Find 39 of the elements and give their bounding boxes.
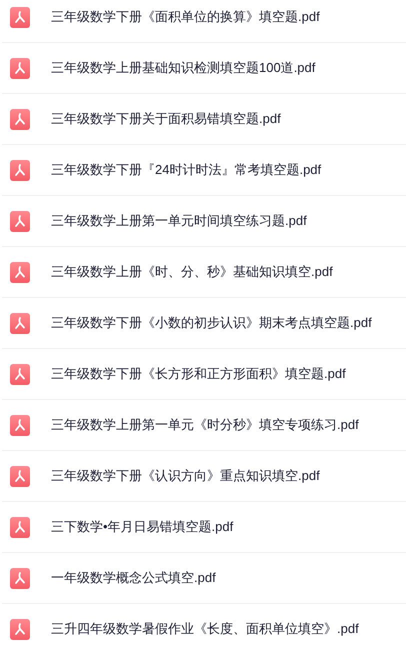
file-name: 一年级数学概念公式填空.pdf [51, 569, 216, 588]
pdf-icon [10, 516, 30, 538]
pdf-icon [10, 58, 30, 78]
file-row[interactable]: 三下数学•年月日易错填空题.pdf [2, 502, 406, 553]
file-row[interactable]: 三年级数学上册基础知识检测填空题100道.pdf [2, 43, 406, 94]
file-row[interactable]: 三年级数学下册《长方形和正方形面积》填空题.pdf [2, 349, 406, 400]
file-name: 三年级数学下册《认识方向》重点知识填空.pdf [51, 467, 320, 486]
file-name: 三年级数学下册关于面积易错填空题.pdf [51, 110, 281, 128]
pdf-icon [10, 108, 30, 130]
pdf-icon [10, 312, 30, 334]
pdf-icon [10, 364, 30, 384]
file-name: 三年级数学上册基础知识检测填空题100道.pdf [51, 59, 316, 78]
file-row[interactable]: 三年级数学下册关于面积易错填空题.pdf [2, 94, 406, 145]
file-name: 三年级数学下册《小数的初步认识》期末考点填空题.pdf [51, 314, 372, 332]
pdf-icon [10, 6, 30, 28]
file-name: 三下数学•年月日易错填空题.pdf [51, 518, 234, 536]
file-row[interactable]: 三年级数学上册《时、分、秒》基础知识填空.pdf [2, 247, 406, 298]
pdf-icon [10, 210, 30, 232]
file-row[interactable]: 一年级数学概念公式填空.pdf [2, 553, 406, 604]
file-name: 三年级数学上册第一单元时间填空练习题.pdf [51, 212, 307, 230]
pdf-icon [10, 262, 30, 282]
file-name: 三升四年级数学暑假作业《长度、面积单位填空》.pdf [51, 620, 359, 638]
pdf-icon [10, 466, 30, 486]
file-name: 三年级数学上册第一单元《时分秒》填空专项练习.pdf [51, 416, 359, 434]
file-row[interactable]: 三年级数学上册第一单元《时分秒》填空专项练习.pdf [2, 400, 406, 451]
file-name: 三年级数学下册『24时计时法』常考填空题.pdf [51, 161, 322, 180]
pdf-icon [10, 618, 30, 640]
file-name: 三年级数学下册《长方形和正方形面积》填空题.pdf [51, 365, 346, 384]
file-row[interactable]: 三升四年级数学暑假作业《长度、面积单位填空》.pdf [2, 604, 406, 654]
file-row[interactable]: 三年级数学上册第一单元时间填空练习题.pdf [2, 196, 406, 247]
file-row[interactable]: 三年级数学下册《面积单位的换算》填空题.pdf [2, 0, 406, 43]
file-row[interactable]: 三年级数学下册《认识方向》重点知识填空.pdf [2, 451, 406, 502]
file-row[interactable]: 三年级数学下册《小数的初步认识》期末考点填空题.pdf [2, 298, 406, 349]
pdf-icon [10, 160, 30, 180]
file-row[interactable]: 三年级数学下册『24时计时法』常考填空题.pdf [2, 145, 406, 196]
file-name: 三年级数学上册《时、分、秒》基础知识填空.pdf [51, 263, 333, 282]
pdf-icon [10, 414, 30, 436]
file-name: 三年级数学下册《面积单位的换算》填空题.pdf [51, 8, 320, 26]
pdf-icon [10, 568, 30, 588]
